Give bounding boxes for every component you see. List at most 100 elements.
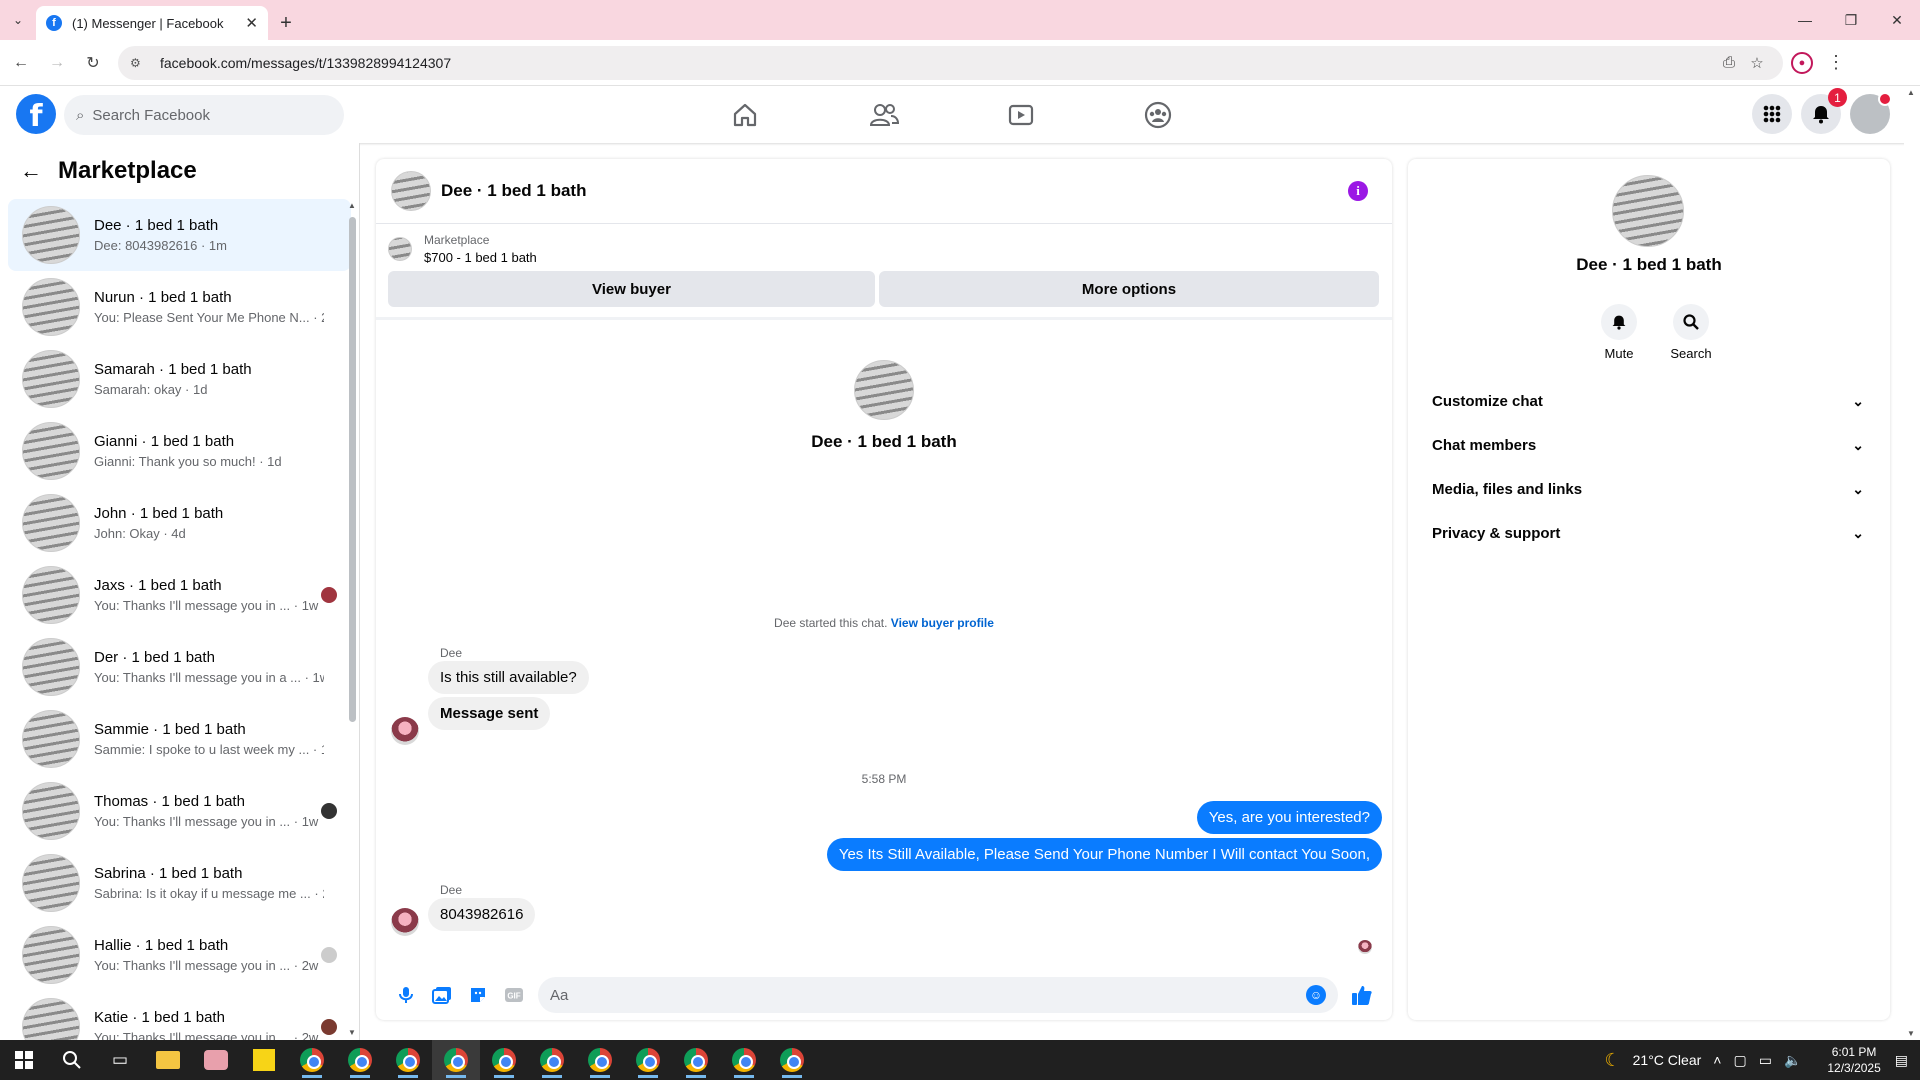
- weather-moon-icon[interactable]: ☾: [1605, 1050, 1621, 1071]
- notification-center-icon[interactable]: ▤: [1895, 1052, 1908, 1069]
- contact-profile-avatar[interactable]: [854, 360, 914, 420]
- conversation-item[interactable]: Gianni · 1 bed 1 bath Gianni: Thank you s…: [8, 415, 351, 487]
- thumbs-up-icon[interactable]: [1344, 977, 1380, 1013]
- url-text[interactable]: facebook.com/messages/t/1339828994124307: [160, 55, 1715, 71]
- sticker-icon[interactable]: [460, 977, 496, 1013]
- chrome-icon[interactable]: [480, 1040, 528, 1080]
- notifications-bell-icon[interactable]: 1: [1801, 88, 1847, 134]
- listing-thumbnail[interactable]: [388, 237, 412, 261]
- conversation-item[interactable]: John · 1 bed 1 bath John: Okay · 4d: [8, 487, 351, 559]
- message-input[interactable]: Aa ☺: [538, 977, 1338, 1013]
- scroll-down-icon[interactable]: ▼: [348, 1028, 356, 1037]
- scrollbar-thumb[interactable]: [349, 217, 356, 722]
- browser-tab[interactable]: f (1) Messenger | Facebook ✕: [36, 6, 268, 40]
- chrome-icon[interactable]: [288, 1040, 336, 1080]
- menu-grid-icon[interactable]: [1752, 94, 1792, 134]
- clock[interactable]: 6:01 PM 12/3/2025: [1827, 1044, 1880, 1076]
- conversation-item[interactable]: Katie · 1 bed 1 bath You: Thanks I'll mes…: [8, 991, 351, 1040]
- page-scrollbar[interactable]: ▲ ▼: [1904, 86, 1920, 1040]
- scroll-up-icon[interactable]: ▲: [1907, 88, 1915, 97]
- scroll-down-icon[interactable]: ▼: [1907, 1029, 1915, 1038]
- incoming-message[interactable]: Is this still available?: [428, 661, 589, 694]
- volume-icon[interactable]: 🔈: [1784, 1052, 1801, 1069]
- browser-menu-icon[interactable]: ⋮: [1827, 52, 1845, 73]
- conversation-item[interactable]: Jaxs · 1 bed 1 bath You: Thanks I'll mess…: [8, 559, 351, 631]
- photo-gallery-icon[interactable]: [424, 977, 460, 1013]
- view-buyer-profile-link[interactable]: View buyer profile: [891, 616, 994, 630]
- tab-close-icon[interactable]: ✕: [245, 14, 258, 32]
- back-arrow-icon[interactable]: ←: [20, 158, 42, 184]
- chrome-icon[interactable]: [624, 1040, 672, 1080]
- view-buyer-button[interactable]: View buyer: [388, 271, 875, 307]
- facebook-logo[interactable]: f: [16, 94, 56, 134]
- info-icon[interactable]: i: [1348, 181, 1368, 201]
- conversation-item[interactable]: Nurun · 1 bed 1 bath You: Please Sent You…: [8, 271, 351, 343]
- mute-button[interactable]: Mute: [1589, 304, 1649, 361]
- search-icon[interactable]: [48, 1040, 96, 1080]
- conversation-item[interactable]: Samarah · 1 bed 1 bath Samarah: okay · 1d: [8, 343, 351, 415]
- site-info-icon[interactable]: ⚙: [130, 56, 152, 70]
- friends-icon[interactable]: [829, 94, 939, 136]
- search-conversation-button[interactable]: Search: [1661, 304, 1721, 361]
- install-app-icon[interactable]: ⎙: [1715, 54, 1743, 71]
- outgoing-message[interactable]: Yes, are you interested?: [1196, 801, 1382, 834]
- chat-avatar[interactable]: [391, 171, 431, 211]
- account-avatar[interactable]: [1850, 92, 1892, 134]
- conversation-item[interactable]: Der · 1 bed 1 bath You: Thanks I'll messa…: [8, 631, 351, 703]
- incoming-message[interactable]: Message sent: [428, 697, 551, 730]
- conversation-item[interactable]: Hallie · 1 bed 1 bath You: Thanks I'll me…: [8, 919, 351, 991]
- chrome-icon[interactable]: [528, 1040, 576, 1080]
- file-explorer-icon[interactable]: [144, 1040, 192, 1080]
- forward-arrow-icon[interactable]: →: [42, 48, 72, 78]
- bookmark-star-icon[interactable]: ☆: [1743, 54, 1771, 72]
- home-icon[interactable]: [690, 94, 800, 136]
- media-files-links-section[interactable]: Media, files and links ⌄: [1424, 467, 1874, 511]
- chrome-icon[interactable]: [336, 1040, 384, 1080]
- emoji-icon[interactable]: ☺: [1306, 985, 1326, 1005]
- incoming-message[interactable]: 8043982616: [428, 898, 536, 931]
- new-tab-icon[interactable]: +: [268, 6, 304, 40]
- panel-avatar[interactable]: [1612, 175, 1684, 247]
- sticky-notes-icon[interactable]: [240, 1040, 288, 1080]
- meet-now-icon[interactable]: ▢: [1733, 1052, 1746, 1069]
- close-window-icon[interactable]: ✕: [1874, 0, 1920, 40]
- scroll-up-icon[interactable]: ▲: [348, 201, 356, 210]
- tray-chevron-up-icon[interactable]: ˄: [1713, 1052, 1721, 1068]
- listing-title[interactable]: $700 - 1 bed 1 bath: [424, 250, 537, 265]
- windows-start-icon[interactable]: [0, 1040, 48, 1080]
- conversation-item[interactable]: Dee · 1 bed 1 bath Dee: 8043982616 · 1m: [8, 199, 351, 271]
- sender-avatar[interactable]: [391, 717, 419, 745]
- sender-avatar[interactable]: [391, 908, 419, 936]
- tab-list-chevron-icon[interactable]: ⌄: [0, 0, 36, 40]
- conversation-item[interactable]: Thomas · 1 bed 1 bath You: Thanks I'll me…: [8, 775, 351, 847]
- browser-profile-icon[interactable]: ●: [1791, 51, 1813, 74]
- conversation-item[interactable]: Sabrina · 1 bed 1 bath Sabrina: Is it oka…: [8, 847, 351, 919]
- facebook-search-input[interactable]: ⌕ Search Facebook: [64, 95, 344, 135]
- network-icon[interactable]: ▭: [1759, 1052, 1772, 1069]
- chat-members-section[interactable]: Chat members ⌄: [1424, 423, 1874, 467]
- address-bar[interactable]: ⚙ facebook.com/messages/t/13398289941243…: [118, 45, 1783, 80]
- minimize-icon[interactable]: —: [1782, 0, 1828, 40]
- sidebar-scrollbar[interactable]: ▲ ▼: [348, 199, 356, 1039]
- video-icon[interactable]: [966, 94, 1076, 136]
- gif-icon[interactable]: GIF: [496, 977, 532, 1013]
- microphone-icon[interactable]: [388, 977, 424, 1013]
- weather-text[interactable]: 21°C Clear: [1633, 1052, 1702, 1068]
- back-arrow-icon[interactable]: ←: [6, 48, 36, 78]
- task-view-icon[interactable]: ▭: [96, 1040, 144, 1080]
- chrome-icon[interactable]: [720, 1040, 768, 1080]
- chrome-icon[interactable]: [768, 1040, 816, 1080]
- chat-title[interactable]: Dee · 1 bed 1 bath: [441, 181, 586, 201]
- privacy-support-section[interactable]: Privacy & support ⌄: [1424, 511, 1874, 555]
- groups-icon[interactable]: [1103, 94, 1213, 136]
- more-options-button[interactable]: More options: [879, 271, 1379, 307]
- chrome-icon[interactable]: [576, 1040, 624, 1080]
- chrome-icon[interactable]: [672, 1040, 720, 1080]
- outgoing-message[interactable]: Yes Its Still Available, Please Send You…: [826, 838, 1382, 871]
- customize-chat-section[interactable]: Customize chat ⌄: [1424, 379, 1874, 423]
- snipping-tool-icon[interactable]: [192, 1040, 240, 1080]
- chrome-icon[interactable]: [432, 1040, 480, 1080]
- chrome-icon[interactable]: [384, 1040, 432, 1080]
- reload-icon[interactable]: ↻: [78, 48, 108, 78]
- conversation-item[interactable]: Sammie · 1 bed 1 bath Sammie: I spoke to …: [8, 703, 351, 775]
